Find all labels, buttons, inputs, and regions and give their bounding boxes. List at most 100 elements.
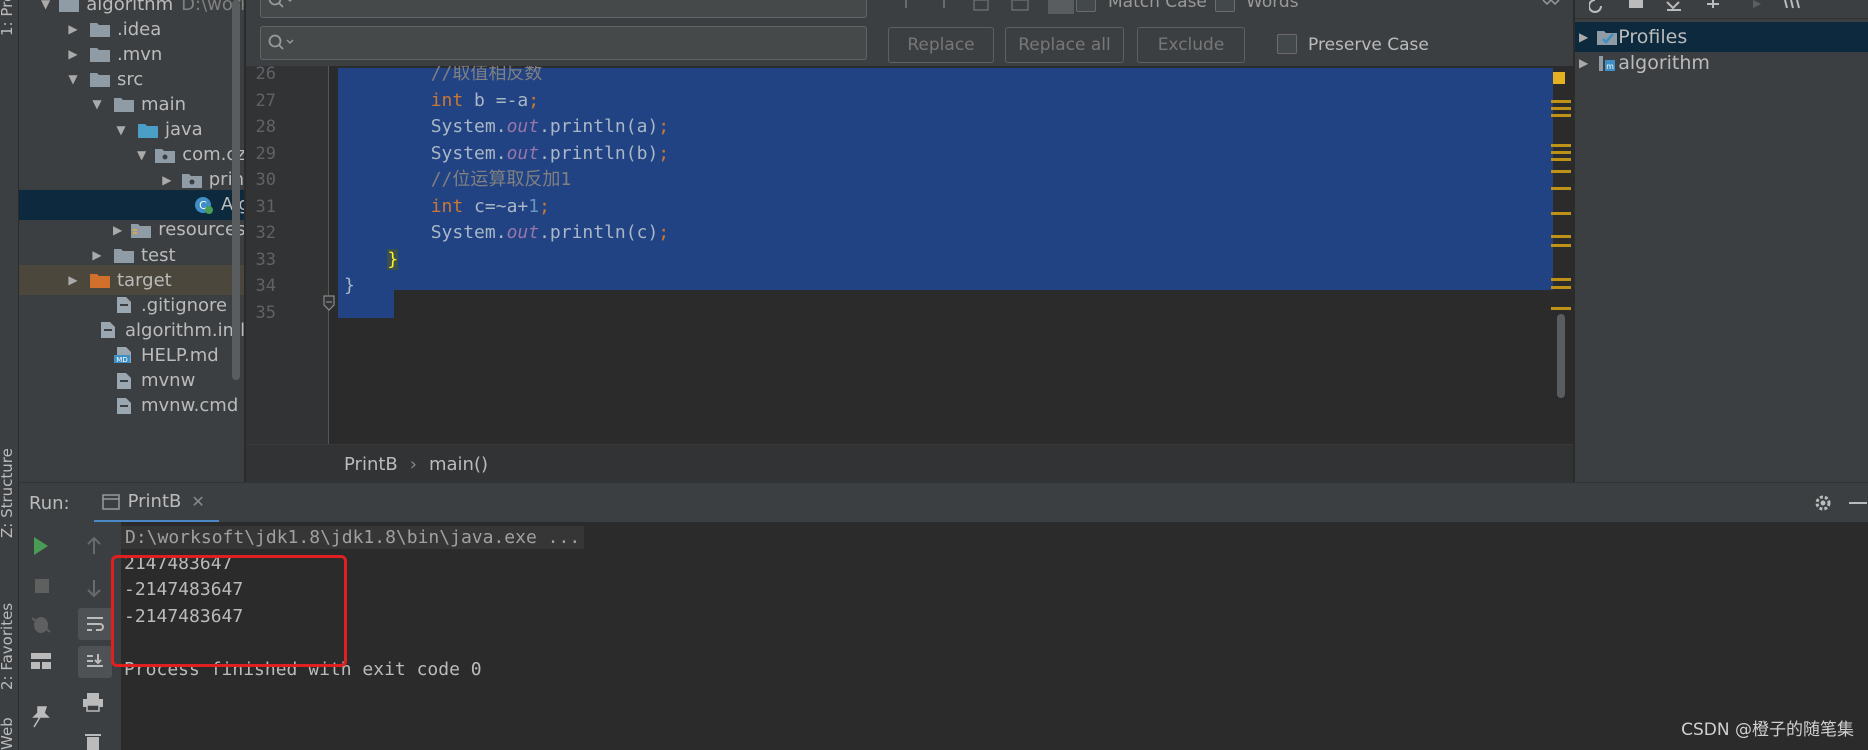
tree-item-label: .idea (117, 18, 162, 40)
expand-arrow-icon[interactable]: ▶ (161, 173, 173, 187)
line-number: 32 (255, 223, 276, 243)
code-token: ; (528, 89, 540, 111)
replace-button[interactable]: Replace (888, 27, 994, 63)
expand-arrow-icon[interactable]: ▶ (89, 248, 105, 262)
maven-module-icon: m (1599, 56, 1616, 71)
tree-item-mvnw-cmd[interactable]: mvnw.cmd (19, 391, 244, 421)
breadcrumb: PrintB › main() (246, 444, 1573, 483)
run-tab-printb[interactable]: PrintB ✕ (93, 483, 219, 523)
breadcrumb-separator: › (409, 453, 417, 475)
breadcrumb-method[interactable]: main() (429, 454, 488, 475)
soft-wrap-toggle[interactable] (78, 608, 112, 640)
scroll-to-end-toggle[interactable] (78, 646, 112, 678)
rerun-icon[interactable] (32, 536, 50, 556)
expand-arrow-icon[interactable]: ▶ (1579, 56, 1588, 70)
search-icon (268, 0, 292, 8)
match-case-checkbox[interactable] (1076, 0, 1096, 12)
code-line: } (344, 270, 355, 301)
more-options-icon[interactable] (1541, 0, 1561, 10)
gear-icon[interactable] (1813, 493, 1833, 513)
minimize-icon[interactable] (1849, 502, 1867, 505)
collapse-arrow-icon[interactable]: ▼ (65, 72, 81, 86)
trash-icon[interactable] (84, 732, 102, 750)
expand-arrow-icon[interactable]: ▶ (65, 47, 81, 61)
code-token: .println(b) (539, 142, 659, 164)
expand-arrow-icon[interactable]: ▶ (65, 273, 81, 287)
code-token: ; (539, 195, 550, 217)
editor-scrollbar[interactable] (1557, 314, 1565, 398)
expand-arrow-icon[interactable]: ▶ (1579, 30, 1588, 44)
maven-item-algorithm[interactable]: ▶ m algorithm (1575, 48, 1868, 78)
code-token: 1 (528, 195, 540, 217)
run-tab-label: PrintB (127, 491, 182, 512)
inspection-status-icon[interactable] (1553, 72, 1565, 84)
collapse-arrow-icon[interactable]: ▼ (113, 123, 129, 137)
console-icon (101, 493, 120, 510)
line-number: 35 (255, 302, 276, 323)
collapse-arrow-icon[interactable]: ▼ (89, 97, 105, 111)
code-token: b =-a (463, 89, 529, 111)
package-icon (155, 148, 176, 163)
tree-item-label: .gitignore (141, 294, 228, 316)
pin-icon[interactable] (31, 706, 51, 728)
web-tool-tab[interactable]: Web (0, 717, 16, 750)
run-console[interactable]: D:\worksoft\jdk1.8\jdk1.8\bin\java.exe .… (121, 522, 1868, 750)
stripe-marker (1551, 158, 1571, 161)
stripe-marker (1551, 144, 1571, 147)
structure-tool-tab[interactable]: Z: Structure (0, 448, 16, 538)
find-toolbar-icons[interactable] (896, 0, 1296, 16)
print-icon[interactable] (82, 692, 104, 712)
layout-icon[interactable] (30, 652, 52, 670)
expand-arrow-icon[interactable]: ▶ (65, 22, 81, 36)
tree-item-label: java (165, 119, 203, 140)
annotation-highlight-box (111, 555, 347, 667)
code-token: out (506, 222, 540, 243)
stop-icon[interactable] (34, 578, 50, 594)
line-number: 31 (255, 196, 276, 217)
tree-item-label: src (117, 68, 144, 90)
project-tool-tab[interactable]: 1: Project (0, 0, 16, 36)
code-token: ; (658, 142, 670, 164)
match-case-label: Match Case (1108, 0, 1207, 12)
package-icon (181, 173, 202, 188)
script-file-icon (117, 372, 131, 389)
replace-input[interactable] (260, 26, 867, 60)
scroll-up-icon[interactable] (85, 536, 103, 556)
breadcrumb-class[interactable]: PrintB (344, 454, 398, 475)
expand-arrow-icon[interactable]: ▶ (113, 223, 122, 237)
scroll-down-icon[interactable] (85, 578, 103, 598)
code-token: out (506, 142, 540, 164)
exclude-button[interactable]: Exclude (1137, 27, 1245, 63)
stripe-marker (1551, 187, 1571, 190)
maven-toolbar-icons[interactable] (1589, 0, 1868, 14)
line-number: 29 (255, 143, 276, 164)
project-tree-scrollbar[interactable] (232, 0, 240, 380)
search-input[interactable] (260, 0, 867, 18)
code-token: int (430, 89, 464, 111)
words-checkbox[interactable] (1215, 0, 1235, 12)
close-tab-icon[interactable]: ✕ (191, 492, 204, 511)
fold-marker-icon[interactable] (322, 295, 336, 311)
preserve-case-checkbox[interactable] (1277, 34, 1297, 54)
line-number: 34 (255, 276, 276, 296)
code-editor[interactable]: 26 27 28 29 30 31 32 33 34 35 //取值相反数 int b =-a; … (246, 66, 1573, 444)
console-edge (1862, 522, 1868, 750)
project-tree: ▼algorithmD:\work...▶.idea▶.mvn▼src▼main… (19, 0, 244, 482)
favorites-tool-tab[interactable]: 2: Favorites (0, 603, 16, 690)
folder-icon (114, 98, 134, 113)
code-token: } (344, 275, 355, 296)
collapse-arrow-icon[interactable]: ▼ (41, 0, 50, 11)
line-number: 33 (255, 249, 276, 270)
replace-all-button[interactable]: Replace all (1005, 27, 1124, 63)
debug-icon[interactable] (29, 612, 53, 636)
folder-icon (59, 0, 80, 12)
tree-item-label: HELP.md (141, 344, 219, 366)
collapse-arrow-icon[interactable]: ▼ (137, 148, 146, 162)
line-number: 28 (255, 117, 276, 137)
stripe-marker (1551, 114, 1571, 117)
resources-folder-icon (131, 223, 152, 238)
